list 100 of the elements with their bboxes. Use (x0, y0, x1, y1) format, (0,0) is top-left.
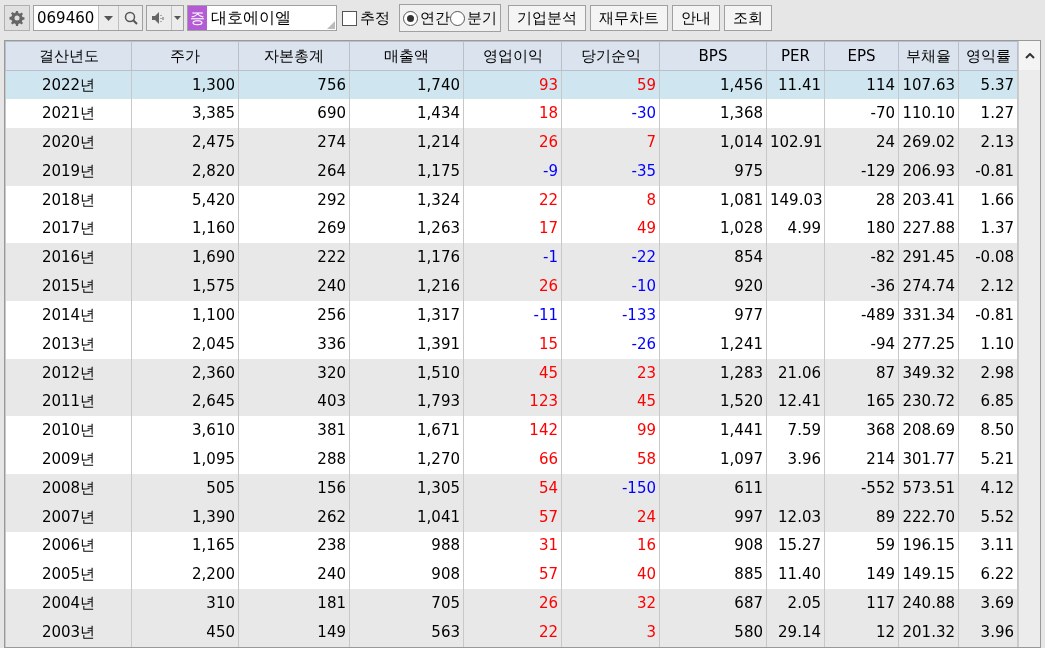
value-cell: 18 (538, 104, 558, 123)
value-cell: 12 (875, 622, 895, 641)
value-cell: 975 (734, 161, 763, 180)
year-cell: 2007년 (41, 507, 96, 526)
value-cell: 331.34 (902, 305, 955, 324)
value-cell: 1.66 (980, 190, 1014, 209)
value-cell: 102.91 (770, 133, 823, 152)
year-cell: 2010년 (41, 421, 96, 440)
year-cell: 2014년 (41, 305, 96, 324)
value-cell: 2,475 (192, 133, 235, 152)
value-cell: 4.99 (787, 219, 821, 238)
estimate-checkbox[interactable]: 추정 (342, 6, 390, 30)
value-cell: -94 (870, 334, 895, 353)
value-cell: 87 (875, 363, 895, 382)
value-cell: 2,360 (192, 363, 235, 382)
year-cell: 2020년 (41, 133, 96, 152)
value-cell: 288 (317, 449, 346, 468)
value-cell: 705 (431, 594, 460, 613)
column-header[interactable]: 당기순익 (561, 41, 660, 71)
value-cell: -0.81 (975, 161, 1014, 180)
column-header[interactable]: 영익률 (958, 41, 1018, 71)
value-cell: 15.27 (778, 536, 821, 555)
column-header[interactable]: BPS (659, 41, 767, 71)
column-header[interactable]: PER (766, 41, 825, 71)
value-cell: 2,645 (192, 392, 235, 411)
period-radio[interactable]: 분기 (450, 6, 497, 30)
value-cell: 11.41 (778, 75, 821, 94)
value-cell: 196.15 (902, 536, 955, 555)
value-cell: 1,317 (417, 305, 460, 324)
value-cell: 1,793 (417, 392, 460, 411)
value-cell: 181 (317, 594, 346, 613)
year-cell: 2019년 (41, 161, 96, 180)
company-field[interactable]: 증 대호에이엘 (187, 5, 337, 31)
value-cell: 381 (317, 421, 346, 440)
value-cell: 8.50 (980, 421, 1014, 440)
value-cell: 180 (866, 219, 895, 238)
dropdown-button[interactable] (171, 6, 183, 30)
column-header[interactable]: EPS (824, 41, 899, 71)
column-header[interactable]: 매출액 (349, 41, 464, 71)
value-cell: 6.85 (980, 392, 1014, 411)
value-cell: 1,175 (417, 161, 460, 180)
value-cell: 1,575 (192, 277, 235, 296)
value-cell: 165 (866, 392, 895, 411)
year-cell: 2013년 (41, 334, 96, 353)
value-cell: -22 (631, 248, 656, 267)
value-cell: 450 (206, 622, 235, 641)
value-cell: 854 (734, 248, 763, 267)
value-cell: 54 (538, 478, 558, 497)
value-cell: 1,216 (417, 277, 460, 296)
column-header[interactable]: 주가 (131, 41, 239, 71)
value-cell: 22 (538, 622, 558, 641)
value-cell: 1.10 (980, 334, 1014, 353)
value-cell: 2.13 (980, 133, 1014, 152)
value-cell: 988 (431, 536, 460, 555)
value-cell: 201.32 (902, 622, 955, 641)
value-cell: 12.03 (778, 507, 821, 526)
caret-icon (174, 16, 181, 20)
value-cell: 292 (317, 190, 346, 209)
value-cell: 93 (538, 75, 558, 94)
column-header[interactable]: 영업이익 (463, 41, 562, 71)
year-cell: 2022년 (41, 75, 96, 94)
value-cell: 690 (317, 104, 346, 123)
value-cell: -82 (870, 248, 895, 267)
value-cell: 1,434 (417, 104, 460, 123)
value-cell: 1,263 (417, 219, 460, 238)
settings-button[interactable] (4, 5, 30, 31)
value-cell: 149 (866, 565, 895, 584)
toolbar-button[interactable]: 조회 (724, 5, 772, 31)
column-header[interactable]: 자본총계 (238, 41, 350, 71)
value-cell: 240 (317, 565, 346, 584)
scroll-up-button[interactable] (1019, 41, 1040, 70)
value-cell: 403 (317, 392, 346, 411)
year-cell: 2015년 (41, 277, 96, 296)
value-cell: 3.69 (980, 594, 1014, 613)
value-cell: 687 (734, 594, 763, 613)
value-cell: 107.63 (902, 75, 955, 94)
value-cell: 1,391 (417, 334, 460, 353)
value-cell: 1,740 (417, 75, 460, 94)
value-cell: 99 (636, 421, 656, 440)
value-cell: 2.12 (980, 277, 1014, 296)
value-cell: 32 (636, 594, 656, 613)
value-cell: 15 (538, 334, 558, 353)
caret-up-icon (1024, 52, 1035, 59)
value-cell: 1,520 (720, 392, 763, 411)
value-cell: 997 (734, 507, 763, 526)
value-cell: 1,041 (417, 507, 460, 526)
scrollbar[interactable] (1018, 41, 1040, 647)
value-cell: 57 (538, 507, 558, 526)
toolbar-button[interactable]: 안내 (672, 5, 720, 31)
value-cell: 1,241 (720, 334, 763, 353)
column-header[interactable]: 부채율 (898, 41, 959, 71)
toolbar-button[interactable]: 기업분석 (508, 5, 586, 31)
value-cell: -150 (621, 478, 656, 497)
value-cell: 1,160 (192, 219, 235, 238)
period-radio[interactable]: 연간 (403, 6, 450, 30)
value-cell: 57 (538, 565, 558, 584)
value-cell: 142 (529, 421, 558, 440)
column-header[interactable]: 결산년도 (5, 41, 132, 71)
value-cell: 1,690 (192, 248, 235, 267)
toolbar-button[interactable]: 재무차트 (590, 5, 668, 31)
